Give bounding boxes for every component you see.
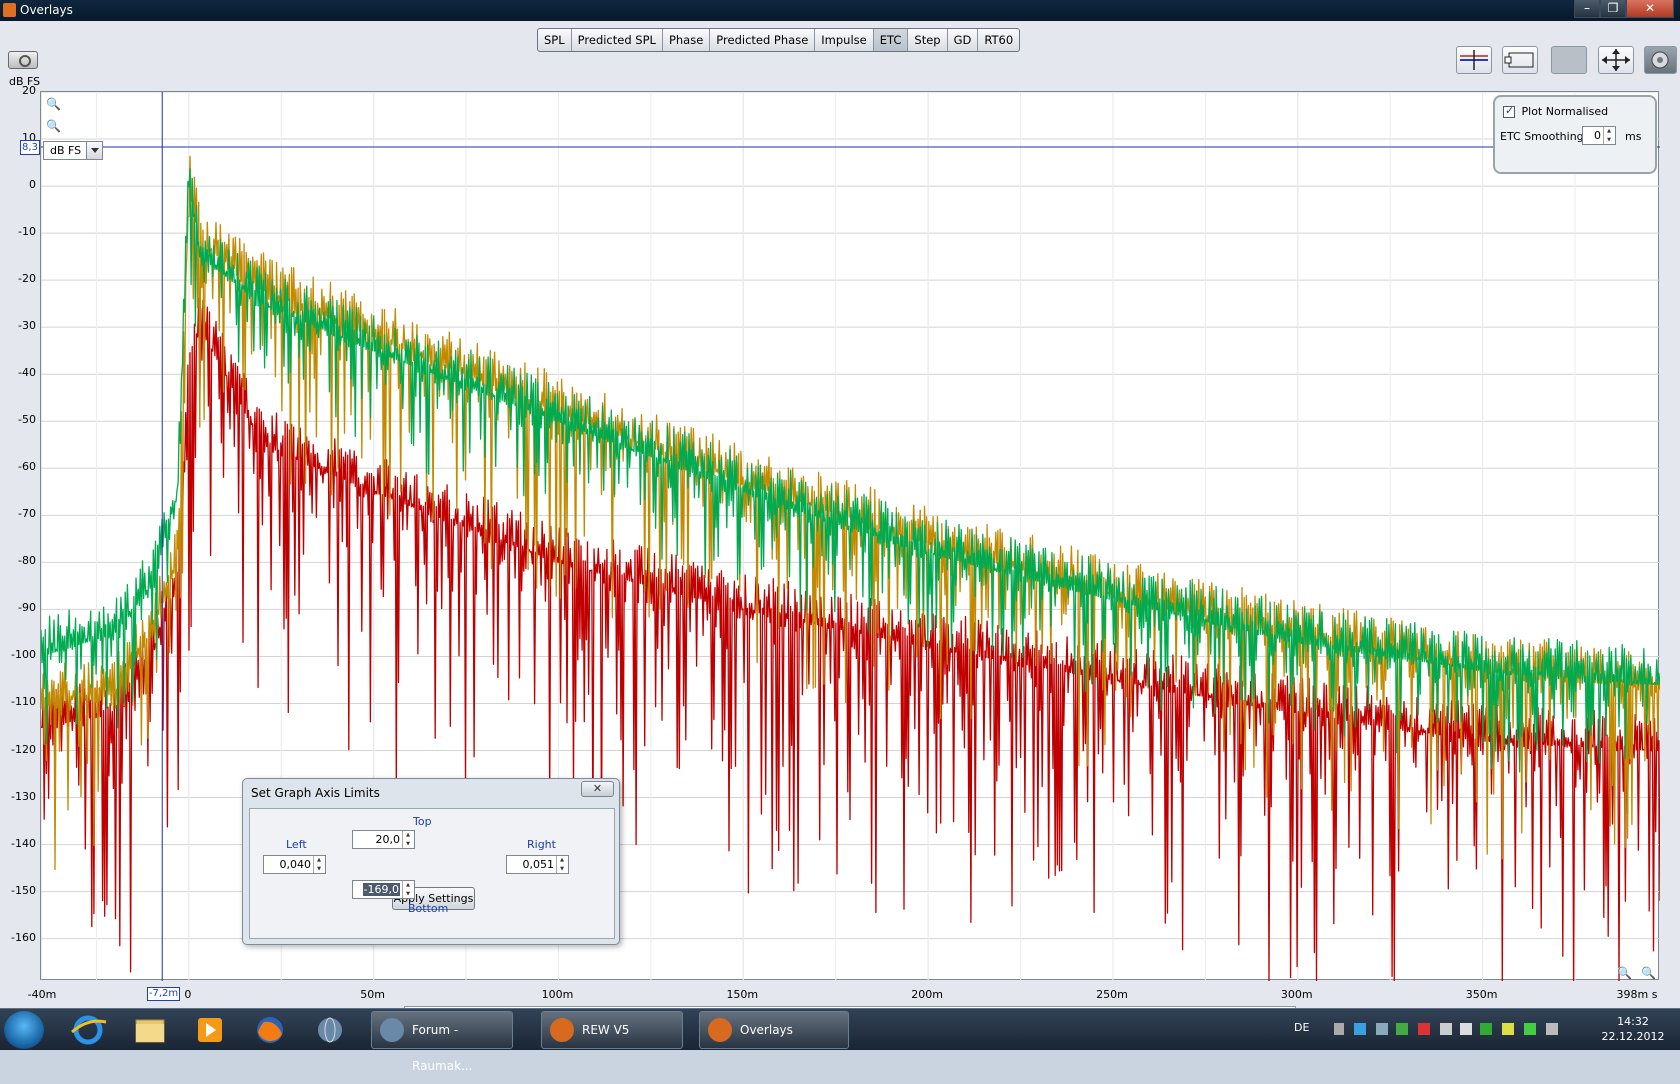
camera-icon[interactable] bbox=[8, 51, 38, 69]
task-label: REW V5 bbox=[582, 1023, 630, 1037]
x-tick-label: 150m bbox=[726, 988, 759, 1001]
x-tick-label: 350m bbox=[1465, 988, 1498, 1001]
y-tick-label: -80 bbox=[18, 554, 36, 568]
close-button[interactable]: ✕ bbox=[1626, 0, 1674, 18]
full-range-icon[interactable] bbox=[1598, 46, 1634, 74]
zoom-x-in-icon[interactable]: 🔍 bbox=[1617, 966, 1632, 980]
tab-phase[interactable]: Phase bbox=[663, 29, 711, 51]
tab-predicted-phase[interactable]: Predicted Phase bbox=[710, 29, 816, 51]
dialog-body: Top 20,0 Left 0,040 Apply Settings Right… bbox=[249, 808, 615, 939]
graph-type-toolbar: SPL Predicted SPL Phase Predicted Phase Impu… bbox=[537, 28, 1021, 52]
firefox-icon[interactable] bbox=[246, 1012, 294, 1048]
maximize-button[interactable]: ❐ bbox=[1600, 0, 1626, 18]
right-label: Right bbox=[527, 838, 556, 851]
tab-rt60[interactable]: RT60 bbox=[978, 29, 1019, 51]
tab-predicted-spl[interactable]: Predicted SPL bbox=[572, 29, 663, 51]
vertical-expand-icon[interactable] bbox=[1456, 46, 1492, 74]
tab-gd[interactable]: GD bbox=[948, 29, 979, 51]
chevron-down-icon[interactable] bbox=[86, 142, 102, 159]
right-input[interactable]: 0,051 bbox=[506, 855, 569, 874]
y-tick-label: 0 bbox=[29, 178, 36, 192]
x-tick-label: 300m bbox=[1280, 988, 1313, 1001]
clock-time: 14:32 bbox=[1617, 1015, 1649, 1028]
x-tick-label: 250m bbox=[1096, 988, 1128, 1001]
task-app-icon bbox=[708, 1018, 732, 1042]
y-tick-label: -140 bbox=[11, 836, 36, 850]
y-tick-label: -30 bbox=[18, 319, 36, 333]
x-tick-label: -40m bbox=[27, 988, 57, 1001]
y-tick-label: -10 bbox=[18, 225, 36, 239]
taskbar-task[interactable]: Overlays bbox=[699, 1011, 849, 1049]
y-tick-label: -110 bbox=[11, 695, 36, 709]
x-tick-label: 50m bbox=[360, 988, 386, 1001]
explorer-folder-icon[interactable] bbox=[126, 1012, 174, 1048]
plot-normalised-label: Plot Normalised bbox=[1521, 105, 1609, 118]
y-unit-select-value: dB FS bbox=[50, 144, 82, 157]
etc-smoothing-unit: ms bbox=[1625, 130, 1642, 143]
language-indicator[interactable]: DE bbox=[1294, 1021, 1309, 1034]
etc-smoothing-label: ETC Smoothing: bbox=[1500, 130, 1588, 143]
taskbar-task[interactable]: Forum - Raumak... bbox=[371, 1011, 513, 1073]
left-input[interactable]: 0,040 bbox=[263, 855, 326, 874]
task-label: Overlays bbox=[740, 1023, 793, 1037]
bottom-label: Bottom bbox=[408, 902, 449, 915]
bottom-input[interactable]: -169,0 bbox=[352, 880, 415, 899]
tray-icons[interactable] bbox=[1330, 1009, 1620, 1051]
cursor-x-readout: -7,2m bbox=[147, 987, 180, 1001]
cursor-y-readout: 8,3 bbox=[20, 140, 40, 155]
zoom-x-out-icon[interactable]: 🔍 bbox=[1641, 966, 1656, 980]
java-app-icon bbox=[3, 3, 16, 17]
plot-normalised-checkbox[interactable] bbox=[1503, 104, 1515, 118]
set-graph-axis-limits-dialog: Set Graph Axis Limits ✕ Top 20,0 Left 0,… bbox=[242, 778, 620, 945]
x-tick-label: 100m bbox=[541, 988, 574, 1001]
dialog-title: Set Graph Axis Limits bbox=[251, 786, 380, 800]
overlays-window: dB FS SPL Predicted SPL Phase Predicted Pha… bbox=[0, 21, 1680, 1026]
y-tick-label: -70 bbox=[18, 507, 36, 521]
y-tick-label: 20 bbox=[22, 84, 36, 97]
top-label: Top bbox=[413, 815, 432, 828]
left-label: Left bbox=[286, 838, 307, 851]
fit-window-icon[interactable] bbox=[1502, 46, 1538, 74]
internet-explorer-icon[interactable] bbox=[64, 1012, 112, 1048]
y-tick-label: -120 bbox=[11, 742, 36, 756]
clock[interactable]: 14:32 22.12.2012 bbox=[1590, 1014, 1676, 1044]
y-tick-label: -150 bbox=[11, 883, 36, 897]
x-tick-label: 200m bbox=[911, 988, 943, 1001]
disabled-tool-icon[interactable] bbox=[1551, 46, 1587, 74]
y-tick-label: -50 bbox=[18, 413, 36, 427]
x-tick-label: 398m s bbox=[1616, 988, 1658, 1001]
tab-etc[interactable]: ETC bbox=[873, 29, 909, 51]
tab-impulse[interactable]: Impulse bbox=[815, 29, 874, 51]
y-tick-label: -130 bbox=[11, 789, 36, 803]
title-bar: Overlays – ❐ ✕ bbox=[0, 0, 1680, 21]
x-tick-label: 0 bbox=[184, 988, 192, 1001]
etc-smoothing-input[interactable]: 0 bbox=[1582, 126, 1616, 145]
task-app-icon bbox=[550, 1018, 574, 1042]
window-title: Overlays bbox=[20, 3, 73, 17]
task-label: Forum - Raumak... bbox=[412, 1023, 473, 1073]
dialog-close-button[interactable]: ✕ bbox=[581, 781, 614, 797]
clock-date: 22.12.2012 bbox=[1601, 1030, 1665, 1043]
tab-spl[interactable]: SPL bbox=[538, 29, 572, 51]
start-button[interactable] bbox=[4, 1011, 44, 1049]
network-globe-icon[interactable] bbox=[306, 1012, 354, 1048]
task-app-icon bbox=[380, 1018, 404, 1042]
y-tick-label: -100 bbox=[11, 648, 36, 662]
tab-step[interactable]: Step bbox=[908, 29, 948, 51]
media-player-icon[interactable] bbox=[186, 1012, 234, 1048]
y-tick-label: -20 bbox=[18, 272, 36, 286]
y-tick-label: -90 bbox=[18, 601, 36, 615]
taskbar-task[interactable]: REW V5 bbox=[541, 1011, 683, 1049]
zoom-in-icon[interactable]: 🔍 bbox=[46, 97, 61, 111]
y-unit-select[interactable]: dB FS bbox=[43, 141, 103, 160]
top-input[interactable]: 20,0 bbox=[352, 830, 415, 849]
minimize-button[interactable]: – bbox=[1574, 0, 1600, 18]
taskbar: Forum - Raumak... REW V5 Overlays DE 14:32… bbox=[0, 1008, 1680, 1073]
y-tick-label: -160 bbox=[11, 930, 36, 944]
zoom-out-icon[interactable]: 🔍 bbox=[46, 119, 61, 133]
options-panel: Plot Normalised ETC Smoothing: 0 ms bbox=[1493, 95, 1657, 174]
y-tick-label: -40 bbox=[18, 366, 36, 380]
settings-gear-icon[interactable] bbox=[1644, 46, 1677, 74]
y-tick-label: -60 bbox=[18, 460, 36, 474]
